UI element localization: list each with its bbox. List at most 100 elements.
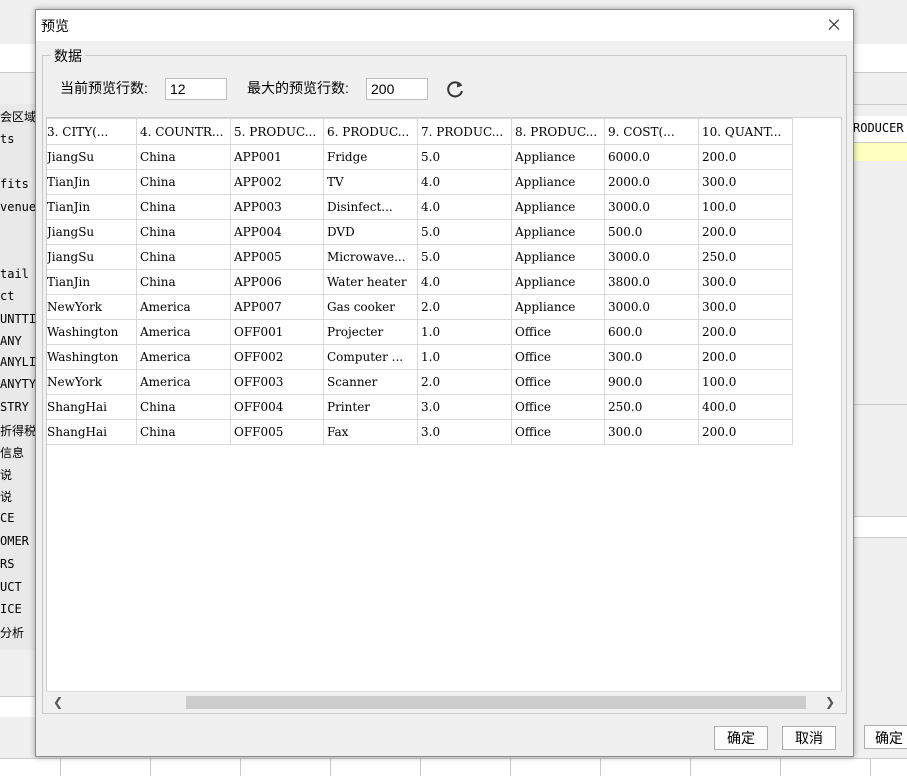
table-row[interactable]: ieJiangSuChinaAPP005Microwave...5.0Appli… <box>47 244 793 270</box>
table-cell[interactable]: Office <box>511 369 605 395</box>
table-cell[interactable]: 300.0 <box>604 419 699 445</box>
table-cell[interactable]: 3800.0 <box>604 269 699 295</box>
table-cell[interactable]: Appliance <box>511 194 605 220</box>
ok-button[interactable]: 确定 <box>714 726 768 750</box>
table-cell[interactable]: 6000.0 <box>604 144 699 170</box>
table-row[interactable]: 'iShangHaiChinaOFF004Printer3.0Office250… <box>47 394 793 420</box>
column-header[interactable]: 7. PRODUC... <box>417 118 512 145</box>
table-cell[interactable]: Appliance <box>511 169 605 195</box>
table-cell[interactable]: 100.0 <box>698 369 793 395</box>
table-cell[interactable]: OFF003 <box>230 369 324 395</box>
table-cell[interactable]: 2.0 <box>417 369 512 395</box>
table-cell[interactable]: TV <box>323 169 418 195</box>
chevron-right-icon[interactable]: ❯ <box>822 694 838 710</box>
table-cell[interactable]: APP007 <box>230 294 324 320</box>
table-cell[interactable]: China <box>136 419 231 445</box>
table-row[interactable]: i K...WashingtonAmericaOFF001Projecter1.… <box>47 319 793 345</box>
table-row[interactable]: iTianJinChinaAPP002TV4.0Appliance2000.03… <box>47 169 793 195</box>
table-cell[interactable]: 300.0 <box>698 294 793 320</box>
table-cell[interactable]: China <box>136 269 231 295</box>
table-cell[interactable]: Fax <box>323 419 418 445</box>
table-cell[interactable]: 2.0 <box>417 294 512 320</box>
table-row[interactable]: 'eNewYorkAmericaAPP007Gas cooker2.0Appli… <box>47 294 793 320</box>
table-cell[interactable]: Water heater <box>323 269 418 295</box>
refresh-icon[interactable] <box>444 78 466 100</box>
table-row[interactable]: 'eNewYorkAmericaOFF003Scanner2.0Office90… <box>47 369 793 395</box>
table-cell[interactable]: APP004 <box>230 219 324 245</box>
table-cell[interactable]: APP003 <box>230 194 324 220</box>
table-row[interactable]: ieJiangSuChinaAPP004DVD5.0Appliance500.0… <box>47 219 793 245</box>
column-header[interactable]: 8. PRODUC... <box>511 118 605 145</box>
table-cell[interactable]: 400.0 <box>698 394 793 420</box>
table-cell[interactable]: China <box>136 244 231 270</box>
table-cell[interactable]: Computer ... <box>323 344 418 370</box>
table-cell[interactable]: Appliance <box>511 294 605 320</box>
background-ok-button[interactable]: 确定 <box>864 725 907 749</box>
table-cell[interactable]: 900.0 <box>604 369 699 395</box>
table-cell[interactable]: NewYork <box>47 369 137 395</box>
table-row[interactable]: 'iShangHaiChinaOFF005Fax3.0Office300.020… <box>47 419 793 445</box>
table-cell[interactable]: 500.0 <box>604 219 699 245</box>
table-cell[interactable]: DVD <box>323 219 418 245</box>
table-cell[interactable]: 100.0 <box>698 194 793 220</box>
current-rows-input[interactable] <box>165 78 227 100</box>
table-cell[interactable]: JiangSu <box>47 219 137 245</box>
table-cell[interactable]: 600.0 <box>604 319 699 345</box>
table-cell[interactable]: APP002 <box>230 169 324 195</box>
table-cell[interactable]: OFF001 <box>230 319 324 345</box>
table-cell[interactable]: 3000.0 <box>604 244 699 270</box>
table-cell[interactable]: 200.0 <box>698 319 793 345</box>
table-cell[interactable]: 5.0 <box>417 244 512 270</box>
scrollbar-thumb[interactable] <box>186 696 806 709</box>
table-cell[interactable]: OFF004 <box>230 394 324 420</box>
table-cell[interactable]: Office <box>511 394 605 420</box>
table-cell[interactable]: America <box>136 369 231 395</box>
table-cell[interactable]: ShangHai <box>47 394 137 420</box>
table-cell[interactable]: China <box>136 219 231 245</box>
table-cell[interactable]: 300.0 <box>604 344 699 370</box>
table-cell[interactable]: 3.0 <box>417 394 512 420</box>
table-cell[interactable]: APP006 <box>230 269 324 295</box>
table-cell[interactable]: 200.0 <box>698 344 793 370</box>
table-cell[interactable]: 2000.0 <box>604 169 699 195</box>
chevron-left-icon[interactable]: ❮ <box>50 694 66 710</box>
table-cell[interactable]: China <box>136 144 231 170</box>
table-cell[interactable]: 4.0 <box>417 194 512 220</box>
table-cell[interactable]: Gas cooker <box>323 294 418 320</box>
table-row[interactable]: ieJiangSuChinaAPP001Fridge5.0Appliance60… <box>47 144 793 170</box>
column-header[interactable]: 5. PRODUC... <box>230 118 324 145</box>
column-header[interactable]: 10. QUANT... <box>698 118 793 145</box>
table-cell[interactable]: America <box>136 294 231 320</box>
table-cell[interactable]: America <box>136 319 231 345</box>
table-cell[interactable]: 5.0 <box>417 219 512 245</box>
table-cell[interactable]: China <box>136 169 231 195</box>
table-row[interactable]: iTianJinChinaAPP003Disinfect...4.0Applia… <box>47 194 793 220</box>
table-cell[interactable]: 250.0 <box>698 244 793 270</box>
table-cell[interactable]: 3.0 <box>417 419 512 445</box>
table-cell[interactable]: China <box>136 194 231 220</box>
table-cell[interactable]: APP005 <box>230 244 324 270</box>
table-cell[interactable]: Washington <box>47 319 137 345</box>
table-cell[interactable]: TianJin <box>47 194 137 220</box>
table-cell[interactable]: TianJin <box>47 269 137 295</box>
table-cell[interactable]: 250.0 <box>604 394 699 420</box>
cancel-button[interactable]: 取消 <box>782 726 836 750</box>
table-cell[interactable]: Appliance <box>511 269 605 295</box>
table-cell[interactable]: Appliance <box>511 244 605 270</box>
table-cell[interactable]: 3000.0 <box>604 294 699 320</box>
table-cell[interactable]: Office <box>511 344 605 370</box>
table-cell[interactable]: TianJin <box>47 169 137 195</box>
table-cell[interactable]: America <box>136 344 231 370</box>
table-cell[interactable]: 200.0 <box>698 219 793 245</box>
table-cell[interactable]: 4.0 <box>417 169 512 195</box>
table-cell[interactable]: ShangHai <box>47 419 137 445</box>
table-cell[interactable]: Office <box>511 319 605 345</box>
table-cell[interactable]: OFF005 <box>230 419 324 445</box>
table-cell[interactable]: Printer <box>323 394 418 420</box>
column-header[interactable]: 9. COST(... <box>604 118 699 145</box>
table-cell[interactable]: 300.0 <box>698 169 793 195</box>
horizontal-scrollbar[interactable]: ❮ ❯ <box>46 691 842 713</box>
table-cell[interactable]: NewYork <box>47 294 137 320</box>
close-icon[interactable] <box>819 12 849 38</box>
table-cell[interactable]: 1.0 <box>417 319 512 345</box>
